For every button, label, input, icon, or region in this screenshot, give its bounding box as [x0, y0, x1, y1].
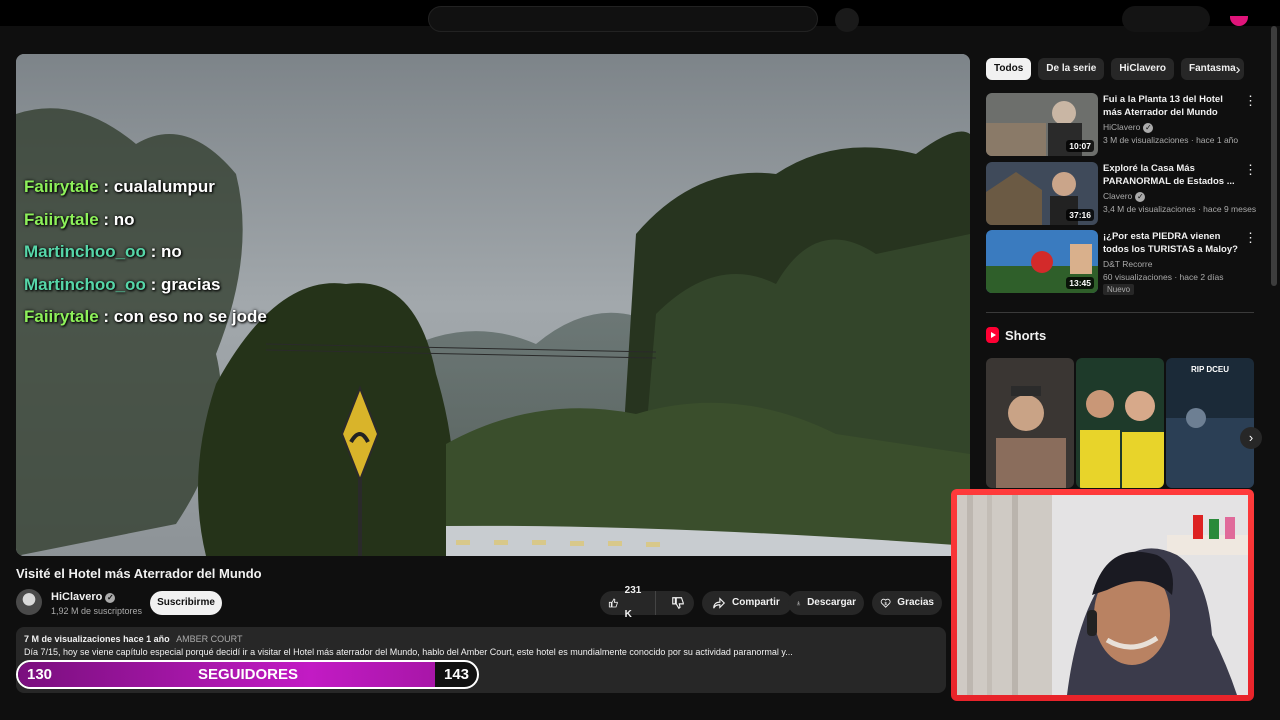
search-input[interactable]: [428, 6, 818, 32]
chip-todos[interactable]: Todos: [986, 58, 1032, 80]
recommendation-title[interactable]: Exploré la Casa Más PARANORMAL de Estado…: [1103, 162, 1243, 188]
thanks-icon: $: [880, 598, 891, 608]
thanks-button[interactable]: $ Gracias: [872, 591, 942, 615]
recommendation-meta: 3,4 M de visualizaciones · hace 9 meses: [1103, 204, 1257, 214]
create-button[interactable]: [1122, 6, 1210, 32]
chat-username: Martinchoo_oo: [24, 274, 146, 294]
sidebar-divider: [986, 312, 1254, 313]
subscribe-button[interactable]: Suscribirme: [150, 591, 222, 615]
shorts-title: Shorts: [1005, 327, 1047, 343]
shorts-logo-icon: [986, 327, 999, 343]
like-dislike-group: 231 K: [600, 585, 694, 620]
short-thumbnail[interactable]: RIP DCEU: [1166, 358, 1254, 488]
follower-goal-count: 143: [444, 666, 470, 683]
shorts-header: Shorts: [986, 327, 1046, 343]
chat-text: : no: [150, 242, 182, 261]
chat-username: Faiirytale: [24, 177, 99, 196]
short-thumb-text: RIP DCEU: [1191, 365, 1229, 374]
chat-text: : no: [103, 209, 135, 229]
recommendation-meta: 3 M de visualizaciones · hace 1 año: [1103, 135, 1239, 145]
thanks-label: Gracias: [897, 597, 934, 608]
video-duration: 13:45: [1066, 277, 1094, 289]
dislike-button[interactable]: [662, 591, 694, 615]
chevron-right-icon[interactable]: ›: [1240, 427, 1262, 449]
chat-text: : con eso no se jode: [103, 307, 267, 326]
filter-chips: Todos De la serie HiClavero Fantasma: [986, 58, 1244, 80]
stream-chat-overlay: Faiirytale : cualalumpur Faiirytale : no M…: [24, 176, 267, 339]
chat-username: Faiirytale: [24, 209, 99, 229]
chip-hiclavero[interactable]: HiClavero: [1111, 58, 1174, 80]
webcam-overlay: [951, 489, 1254, 701]
voice-search-button[interactable]: [835, 8, 859, 32]
short-thumbnail[interactable]: [1076, 358, 1164, 488]
chat-message: Faiirytale : con eso no se jode: [24, 306, 267, 339]
dislike-icon: [672, 597, 684, 610]
recommendation-thumbnail[interactable]: 37:16: [986, 162, 1098, 225]
chat-message: Martinchoo_oo : no: [24, 241, 267, 274]
download-button[interactable]: Descargar: [788, 591, 864, 615]
description-hashtag[interactable]: AMBER COURT: [176, 634, 242, 644]
view-count: 7 M de visualizaciones: [24, 634, 121, 644]
video-duration: 10:07: [1066, 140, 1094, 152]
verified-icon: ✓: [105, 593, 116, 603]
recommendation-item[interactable]: 10:07 Fui a la Planta 13 del Hotel más A…: [986, 93, 1257, 157]
like-button[interactable]: 231 K: [600, 585, 656, 620]
verified-icon: ✓: [1143, 123, 1154, 133]
subscriber-count: 1,92 M de suscriptores: [51, 606, 143, 616]
recommendation-item[interactable]: 13:45 ¡¿Por esta PIEDRA vienen todos los…: [986, 230, 1257, 295]
recommendation-channel[interactable]: D&T Recorre: [1103, 259, 1152, 269]
download-label: Descargar: [807, 597, 856, 608]
new-badge: Nuevo: [1103, 284, 1135, 295]
verified-icon: ✓: [1135, 192, 1146, 202]
recommendation-title[interactable]: ¡¿Por esta PIEDRA vienen todos los TURIS…: [1103, 230, 1243, 256]
follower-current-count: 130: [27, 666, 53, 683]
share-icon: [713, 597, 726, 609]
recommendation-channel[interactable]: Clavero ✓: [1103, 191, 1146, 202]
channel-avatar[interactable]: [16, 589, 42, 615]
recommendation-channel[interactable]: HiClavero ✓: [1103, 122, 1154, 133]
like-icon: [608, 598, 618, 608]
recommendation-thumbnail[interactable]: 10:07: [986, 93, 1098, 156]
follower-goal-label: SEGUIDORES: [197, 666, 299, 683]
video-player[interactable]: Faiirytale : cualalumpur Faiirytale : no M…: [16, 54, 970, 556]
upload-age: hace 1 año: [123, 634, 170, 644]
account-avatar[interactable]: [1230, 16, 1248, 26]
video-duration: 37:16: [1066, 209, 1094, 221]
chat-username: Martinchoo_oo: [24, 242, 146, 261]
short-thumbnail[interactable]: [986, 358, 1074, 488]
chat-username: Faiirytale: [24, 307, 99, 326]
recommendation-meta: 60 visualizaciones · hace 2 días: [1103, 272, 1224, 282]
share-button[interactable]: Compartir: [702, 591, 792, 615]
more-vert-icon[interactable]: ⋮: [1244, 163, 1257, 176]
webcam-feed: [957, 495, 1248, 695]
chat-message: Faiirytale : cualalumpur: [24, 176, 267, 209]
description-text: Día 7/15, hoy se viene capítulo especial…: [24, 647, 793, 657]
follower-goal-bar: SEGUIDORES 130 143: [16, 660, 479, 689]
description-meta: 7 M de visualizaciones hace 1 año AMBER …: [24, 634, 242, 644]
more-vert-icon[interactable]: ⋮: [1244, 94, 1257, 107]
chat-text: : gracias: [150, 274, 221, 294]
chevron-right-icon[interactable]: ›: [1228, 60, 1248, 80]
recommendation-item[interactable]: 37:16 Exploré la Casa Más PARANORMAL de …: [986, 162, 1257, 226]
chat-message: Faiirytale : no: [24, 209, 267, 242]
more-vert-icon[interactable]: ⋮: [1244, 231, 1257, 244]
download-icon: [796, 601, 801, 606]
recommendation-thumbnail[interactable]: 13:45: [986, 230, 1098, 293]
chat-message: Martinchoo_oo : gracias: [24, 274, 267, 307]
share-label: Compartir: [732, 597, 780, 608]
recommendation-title[interactable]: Fui a la Planta 13 del Hotel más Aterrad…: [1103, 93, 1243, 119]
like-count: 231 K: [624, 585, 642, 620]
video-title: Visité el Hotel más Aterrador del Mundo: [16, 566, 262, 581]
chip-de-la-serie[interactable]: De la serie: [1038, 58, 1105, 80]
top-bar: [0, 0, 1280, 32]
chat-text: : cualalumpur: [103, 177, 215, 196]
channel-name[interactable]: HiClavero ✓: [51, 591, 116, 603]
svg-text:$: $: [884, 601, 887, 606]
page-scrollbar[interactable]: [1271, 26, 1277, 286]
